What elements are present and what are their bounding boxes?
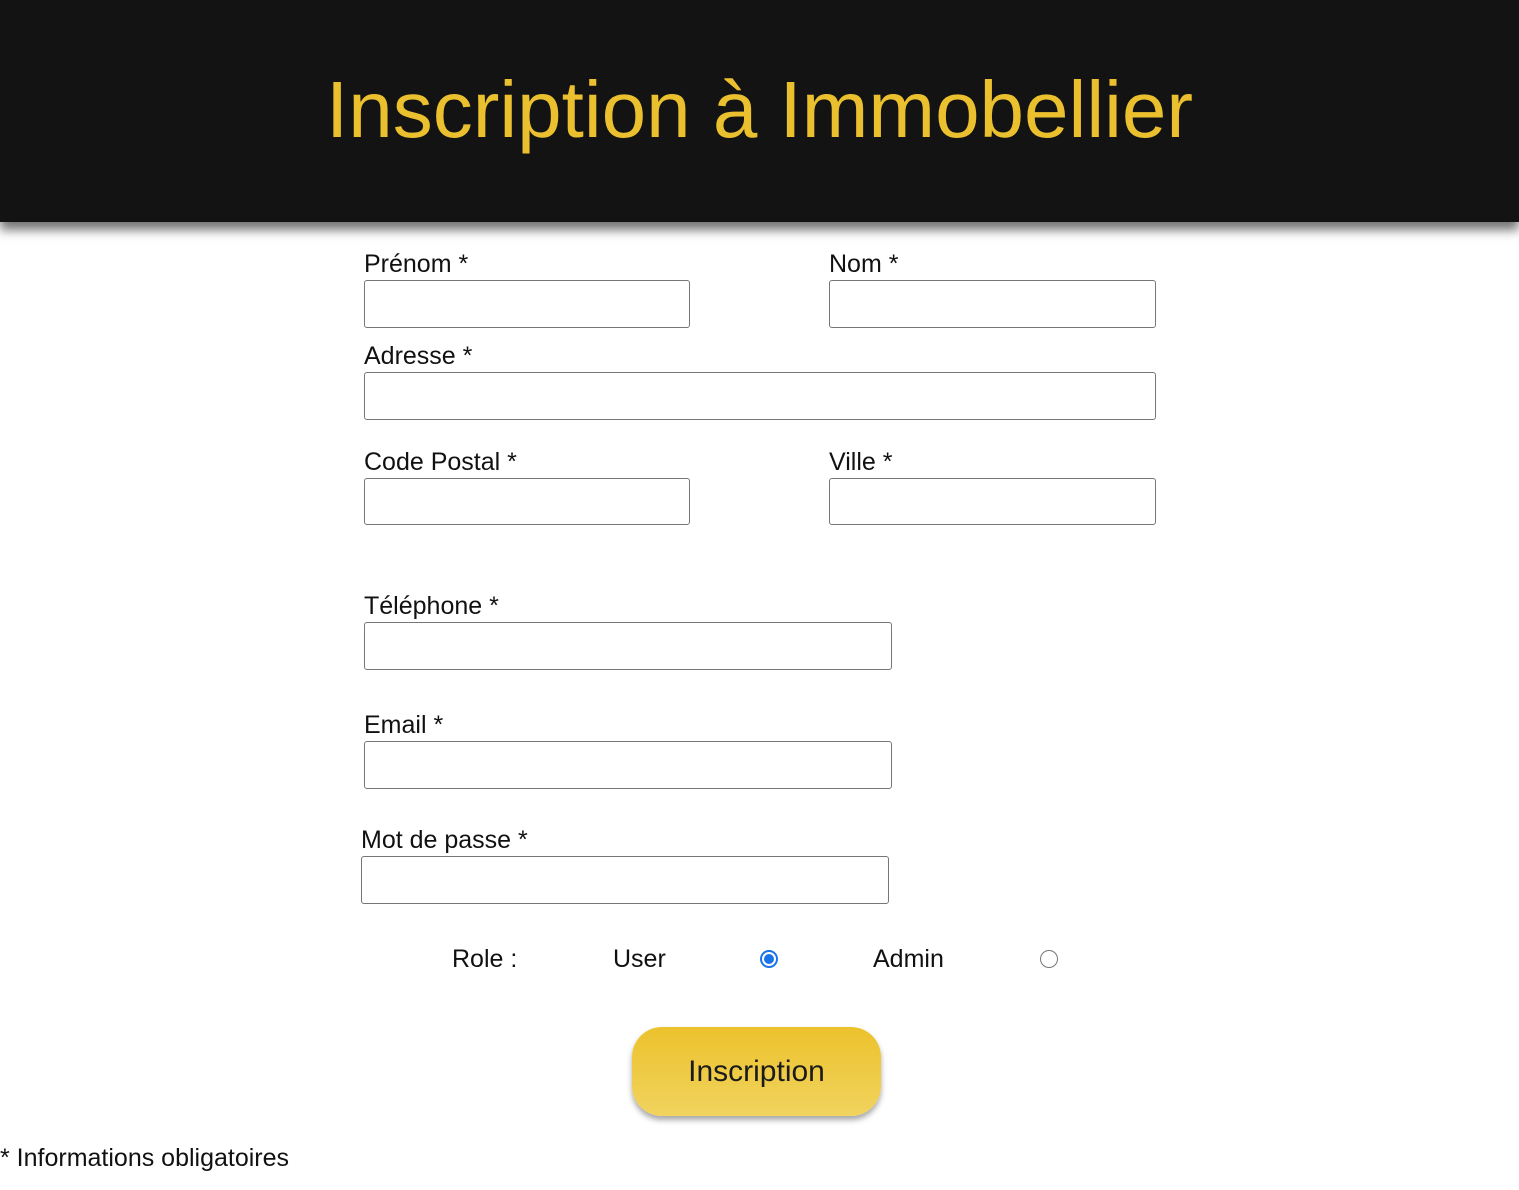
telephone-input[interactable] (364, 622, 892, 670)
code-postal-label: Code Postal * (364, 448, 517, 476)
adresse-input[interactable] (364, 372, 1156, 420)
role-label: Role : (452, 945, 518, 973)
inscription-submit-button[interactable]: Inscription (632, 1027, 881, 1116)
nom-input[interactable] (829, 280, 1156, 328)
email-input[interactable] (364, 741, 892, 789)
role-user-label: User (613, 945, 666, 973)
role-admin-label: Admin (873, 945, 944, 973)
prenom-label: Prénom * (364, 250, 469, 278)
ville-label: Ville * (829, 448, 893, 476)
role-user-radio[interactable] (760, 950, 778, 968)
required-fields-note: * Informations obligatoires (0, 1144, 290, 1172)
password-label: Mot de passe * (361, 826, 528, 854)
page-title: Inscription à Immobellier (326, 65, 1193, 154)
telephone-label: Téléphone * (364, 592, 499, 620)
email-label: Email * (364, 711, 444, 739)
adresse-label: Adresse * (364, 342, 473, 370)
prenom-input[interactable] (364, 280, 690, 328)
page-header: Inscription à Immobellier (0, 0, 1519, 222)
nom-label: Nom * (829, 250, 899, 278)
code-postal-input[interactable] (364, 478, 690, 525)
role-admin-radio[interactable] (1040, 950, 1058, 968)
password-input[interactable] (361, 856, 889, 904)
ville-input[interactable] (829, 478, 1156, 525)
